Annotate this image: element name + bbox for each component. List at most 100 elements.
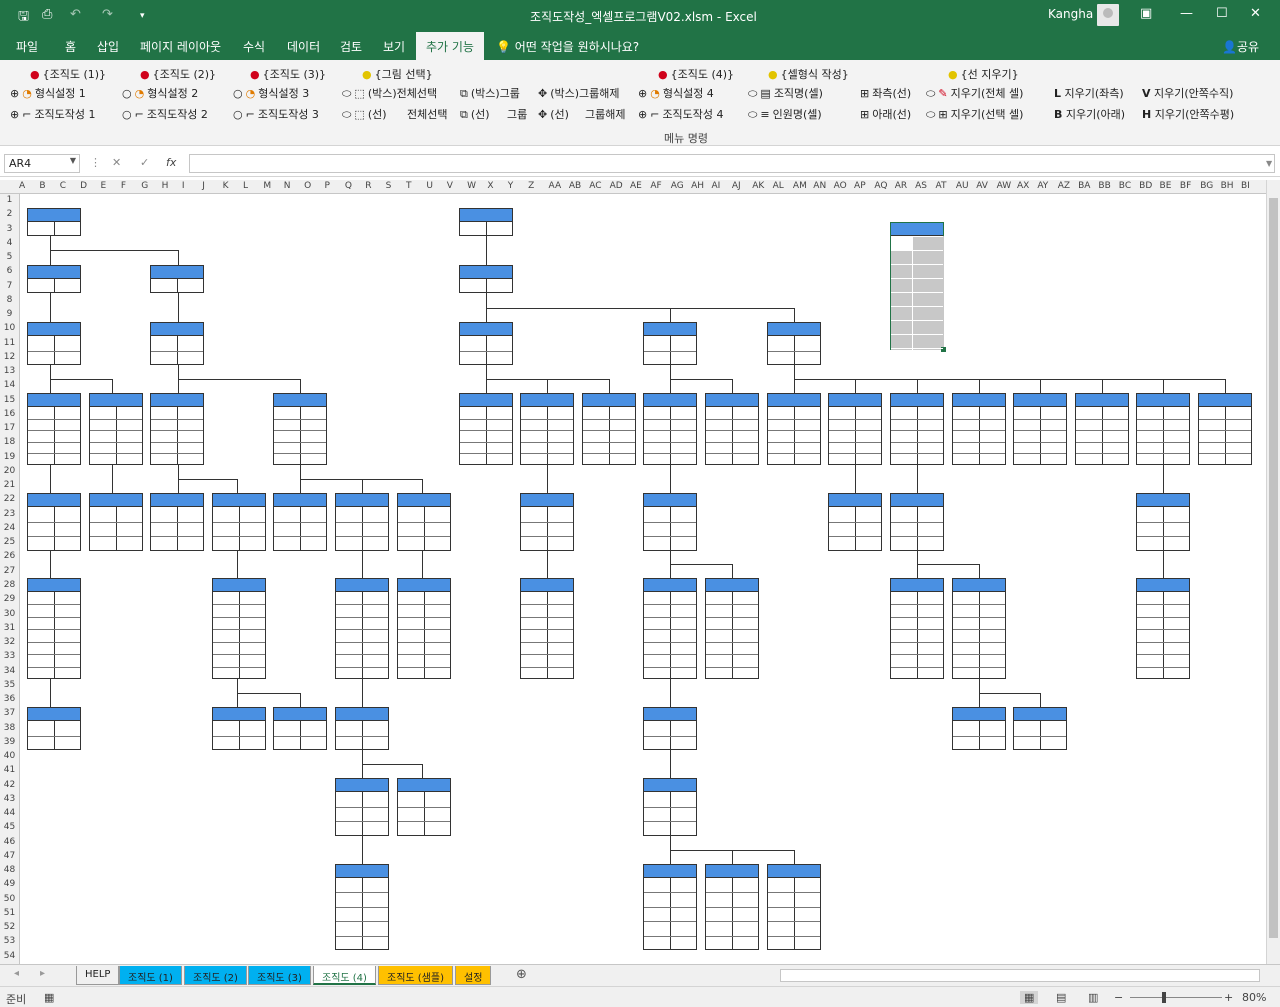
column-header[interactable]: X <box>487 181 493 191</box>
row-header[interactable]: 30 <box>0 609 19 619</box>
org-box[interactable] <box>459 208 513 236</box>
scroll-left-icon[interactable]: ◂ <box>14 968 19 979</box>
org-box[interactable] <box>582 393 636 465</box>
org-box[interactable] <box>459 393 513 465</box>
name-box[interactable]: AR4 ▼ <box>4 154 80 173</box>
org-name-cell-button[interactable]: ⬭ ▤ 조직명(셀) <box>748 85 823 101</box>
org-box[interactable] <box>643 578 697 679</box>
column-header[interactable]: AW <box>997 181 1012 191</box>
row-header[interactable]: 16 <box>0 409 19 419</box>
erase-selected-cells-button[interactable]: ⬭ ⊞ 지우기(선택 셀) <box>926 106 1023 122</box>
column-header[interactable]: C <box>60 181 66 191</box>
tab-review[interactable]: 검토 <box>340 38 362 55</box>
org-box[interactable] <box>643 707 697 750</box>
column-header[interactable]: D <box>80 181 87 191</box>
tab-view[interactable]: 보기 <box>383 38 405 55</box>
column-header[interactable]: AQ <box>874 181 887 191</box>
close-icon[interactable]: ✕ <box>1250 6 1261 21</box>
zoom-level[interactable]: 80% <box>1242 991 1266 1004</box>
row-header[interactable]: 19 <box>0 452 19 462</box>
org-box[interactable] <box>520 578 574 679</box>
column-header[interactable]: R <box>365 181 371 191</box>
tab-insert[interactable]: 삽입 <box>97 38 119 55</box>
column-header[interactable]: BG <box>1200 181 1213 191</box>
function-icon[interactable]: fx <box>166 156 176 169</box>
sheet-tab-org-2[interactable]: 조직도 (2) <box>184 966 247 985</box>
org-box[interactable] <box>212 578 266 679</box>
org-box[interactable] <box>27 578 81 679</box>
row-header[interactable]: 37 <box>0 708 19 718</box>
org-box[interactable] <box>643 393 697 465</box>
row-header[interactable]: 32 <box>0 637 19 647</box>
tab-addins[interactable]: 추가 기능 <box>416 32 484 60</box>
cancel-icon[interactable]: ✕ <box>112 156 121 169</box>
org-box[interactable] <box>273 393 327 465</box>
undo-icon[interactable]: ↶ <box>70 7 81 22</box>
row-header[interactable]: 44 <box>0 808 19 818</box>
column-header[interactable]: AA <box>549 181 562 191</box>
org-chart-2-button[interactable]: ○ ⌐ 조직도작성 2 <box>122 106 208 122</box>
row-header[interactable]: 47 <box>0 851 19 861</box>
row-header[interactable]: 25 <box>0 537 19 547</box>
org-box[interactable] <box>27 208 81 236</box>
column-header[interactable]: U <box>426 181 433 191</box>
column-header[interactable]: G <box>141 181 148 191</box>
column-header[interactable]: A <box>19 181 25 191</box>
column-header[interactable]: N <box>284 181 291 191</box>
row-header[interactable]: 3 <box>0 224 19 234</box>
erase-left-button[interactable]: L 지우기(좌측) <box>1054 85 1124 101</box>
row-header[interactable]: 28 <box>0 580 19 590</box>
row-header[interactable]: 2 <box>0 209 19 219</box>
zoom-slider[interactable] <box>1130 997 1222 998</box>
horizontal-scrollbar[interactable] <box>780 969 1260 982</box>
zoom-knob[interactable] <box>1162 992 1166 1003</box>
org-chart-3-button[interactable]: ○ ⌐ 조직도작성 3 <box>233 106 319 122</box>
row-header[interactable]: 14 <box>0 380 19 390</box>
org-box[interactable] <box>89 393 143 465</box>
format-3-button[interactable]: ○ ◔ 형식설정 3 <box>233 85 309 101</box>
org-box[interactable] <box>150 393 204 465</box>
org-box[interactable] <box>952 578 1006 679</box>
line-ungroup-button[interactable]: ✥ (선) <box>538 106 569 122</box>
org-box[interactable] <box>397 778 451 836</box>
row-header[interactable]: 40 <box>0 751 19 761</box>
box-ungroup-button[interactable]: ✥ (박스)그룹해제 <box>538 85 620 101</box>
org-box[interactable] <box>1136 578 1190 679</box>
row-header[interactable]: 17 <box>0 423 19 433</box>
org-box[interactable] <box>335 864 389 950</box>
column-header[interactable]: K <box>223 181 229 191</box>
org-box[interactable] <box>459 265 513 293</box>
tab-formulas[interactable]: 수식 <box>243 38 265 55</box>
org-box[interactable] <box>397 493 451 551</box>
org-box[interactable] <box>27 493 81 551</box>
person-name-cell-button[interactable]: ⬭ ≡ 인원명(셀) <box>748 106 822 122</box>
org-box[interactable] <box>705 864 759 950</box>
column-header[interactable]: BE <box>1160 181 1172 191</box>
row-header[interactable]: 33 <box>0 651 19 661</box>
row-header[interactable]: 23 <box>0 509 19 519</box>
tell-me-search[interactable]: 💡 어떤 작업을 원하시나요? <box>496 38 639 55</box>
avatar[interactable] <box>1097 4 1119 26</box>
column-header[interactable]: E <box>100 181 106 191</box>
org-box[interactable] <box>643 864 697 950</box>
sheet-tab-org-4[interactable]: 조직도 (4) <box>313 966 376 985</box>
column-header[interactable]: AO <box>834 181 847 191</box>
maximize-icon[interactable]: ☐ <box>1216 6 1228 21</box>
org-box[interactable] <box>212 493 266 551</box>
column-header[interactable]: AN <box>813 181 826 191</box>
column-header[interactable]: L <box>243 181 248 191</box>
row-header[interactable]: 22 <box>0 494 19 504</box>
column-header[interactable]: AJ <box>732 181 741 191</box>
row-header[interactable]: 10 <box>0 323 19 333</box>
org-box[interactable] <box>212 707 266 750</box>
column-header[interactable]: B <box>39 181 45 191</box>
column-header[interactable]: AZ <box>1058 181 1070 191</box>
row-header[interactable]: 49 <box>0 879 19 889</box>
add-sheet-icon[interactable]: ⊕ <box>516 967 527 982</box>
org-box[interactable] <box>890 493 944 551</box>
column-header[interactable]: I <box>182 181 185 191</box>
box-select-all-button[interactable]: ⬭ ⬚ (박스)전체선택 <box>342 85 437 101</box>
org-chart-1-button[interactable]: ⊕ ⌐ 조직도작성 1 <box>10 106 96 122</box>
customize-toolbar-icon[interactable]: ▾ <box>140 11 145 21</box>
org-box[interactable] <box>1075 393 1129 465</box>
